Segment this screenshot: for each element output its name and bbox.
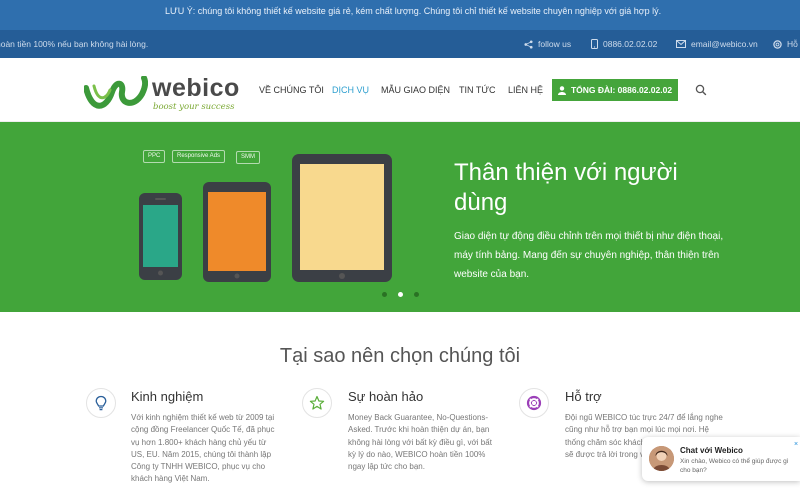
follow-us-label: follow us	[538, 39, 572, 49]
user-icon	[557, 85, 566, 95]
hotline-button[interactable]: TỔNG ĐÀI: 0886.02.02.02	[552, 79, 678, 101]
slider-dot-1[interactable]	[382, 292, 387, 297]
chat-avatar	[649, 446, 674, 471]
nav-about[interactable]: VỀ CHÚNG TÔI	[259, 85, 324, 95]
devices-illustration	[139, 154, 392, 282]
small-tablet-device	[203, 182, 271, 282]
large-tablet-device	[292, 154, 392, 282]
logo-wordmark: webico	[152, 74, 240, 102]
top-info-bar: hoàn tiền 100% nếu bạn không hài lòng. f…	[0, 30, 800, 58]
feature-icon-experience	[86, 388, 116, 418]
marquee-text: hoàn tiền 100% nếu bạn không hài lòng.	[0, 39, 149, 49]
lifebuoy-icon	[526, 395, 542, 411]
phone-device	[139, 193, 182, 280]
logo-tagline: boost your success	[153, 102, 235, 112]
follow-us-link[interactable]: follow us	[524, 39, 571, 49]
hero-description: Giao diện tự động điều chỉnh trên mọi th…	[454, 231, 724, 280]
feature-icon-support	[519, 388, 549, 418]
logo-mark-icon	[84, 76, 148, 109]
email-link[interactable]: email@webico.vn	[676, 39, 758, 49]
feature-title-perfection: Sự hoàn hảo	[348, 389, 424, 404]
chat-close-button[interactable]: ×	[794, 441, 798, 448]
hero-title: Thân thiện với người dùng	[454, 159, 678, 216]
nav-templates[interactable]: MẪU GIAO DIỆN	[381, 85, 450, 95]
feature-desc-perfection: Money Back Guarantee, No-Questions-Asked…	[348, 413, 492, 472]
hotline-label: TỔNG ĐÀI: 0886.02.02.02	[570, 85, 673, 95]
chat-title: Chat với Webico	[680, 446, 743, 455]
nav-news[interactable]: TIN TỨC	[459, 85, 496, 95]
nav-contact[interactable]: LIÊN HỆ	[508, 85, 543, 95]
feature-desc-experience: Với kinh nghiệm thiết kế web từ 2009 tại…	[131, 413, 275, 484]
support-icon	[773, 39, 782, 49]
hero-slider: PPC Responsive Ads SMM Thân thiện với ng…	[0, 122, 800, 312]
star-icon	[309, 395, 325, 410]
feature-icon-perfection	[302, 388, 332, 418]
search-icon[interactable]	[694, 83, 708, 97]
announcement-text: LƯU Ý: chúng tôi không thiết kế website …	[165, 6, 662, 16]
nav-services[interactable]: DỊCH VỤ	[332, 85, 369, 95]
feature-title-support: Hỗ trợ	[565, 389, 602, 404]
slider-dot-3[interactable]	[414, 292, 419, 297]
feature-title-experience: Kinh nghiệm	[131, 389, 204, 404]
support-link[interactable]: Hỗ	[773, 39, 798, 49]
lightbulb-icon	[95, 395, 107, 411]
share-icon	[524, 39, 533, 49]
section-title-why-us: Tại sao nên chọn chúng tôi	[279, 345, 521, 367]
mobile-phone-icon	[591, 39, 598, 49]
webico-logo[interactable]: webico boost your success	[84, 72, 239, 112]
chat-widget[interactable]: Chat với Webico Xin chào, Webico có thể …	[642, 437, 800, 481]
slider-dot-2[interactable]	[398, 292, 403, 297]
support-label: Hỗ	[787, 39, 798, 49]
envelope-icon	[676, 40, 686, 48]
chat-message: Xin chào, Webico có thể giúp được gì cho…	[680, 458, 789, 474]
phone-link[interactable]: 0886.02.02.02	[591, 39, 657, 49]
phone-number: 0886.02.02.02	[603, 39, 658, 49]
site-header: webico boost your success VỀ CHÚNG TÔI D…	[0, 58, 800, 122]
email-address: email@webico.vn	[691, 39, 758, 49]
announcement-bar: LƯU Ý: chúng tôi không thiết kế website …	[0, 0, 800, 30]
